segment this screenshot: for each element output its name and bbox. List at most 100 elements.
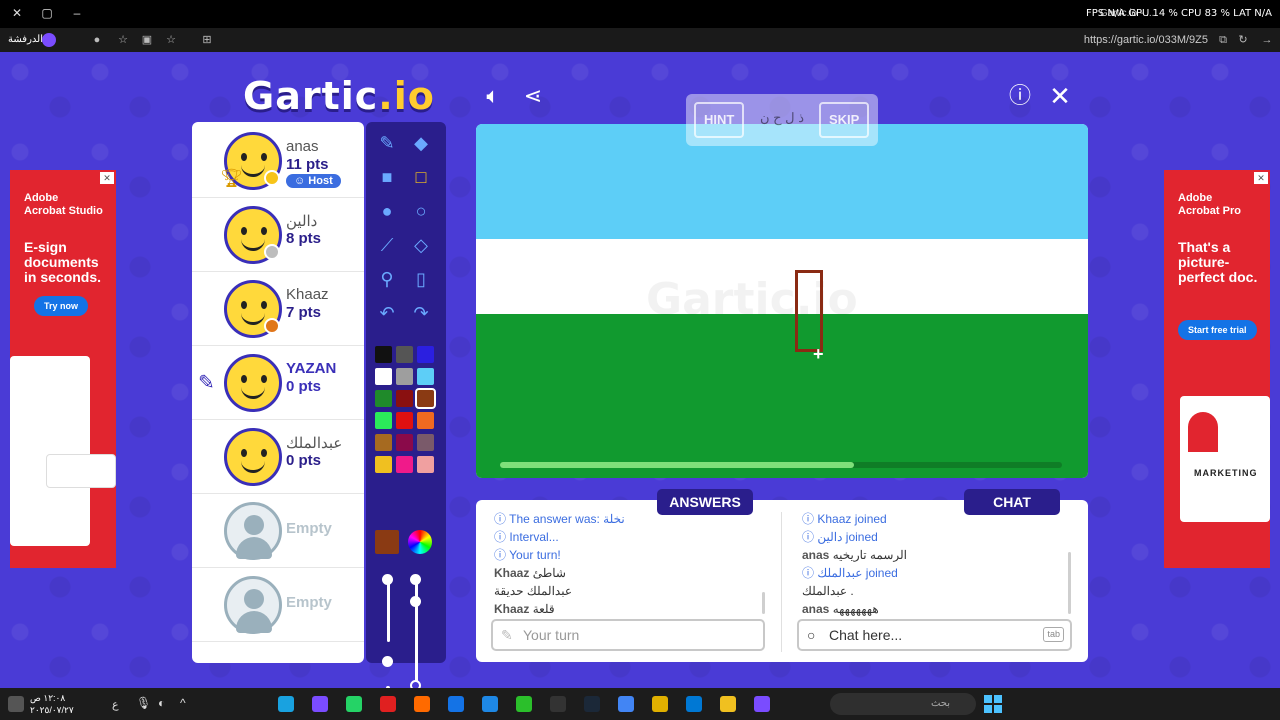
- hint-button[interactable]: HINT: [694, 102, 745, 138]
- player-row[interactable]: Empty: [192, 494, 364, 568]
- taskbar-app-icon[interactable]: [448, 696, 464, 712]
- fill-tool-icon[interactable]: ◆: [406, 128, 436, 158]
- maximize-icon[interactable]: ▢: [40, 6, 54, 20]
- player-row[interactable]: Empty: [192, 568, 364, 642]
- player-row[interactable]: 🏆︎ anas 11 pts ☺ Host: [192, 124, 364, 198]
- size-slider-knob[interactable]: [382, 656, 393, 667]
- answer-input[interactable]: ✎ Your turn: [491, 619, 765, 651]
- taskbar-app-icon[interactable]: [754, 696, 770, 712]
- back-icon[interactable]: →: [1260, 33, 1274, 47]
- info-icon[interactable]: ⓘ: [1006, 82, 1034, 110]
- url-text[interactable]: https://gartic.io/033M/9Z5: [1084, 34, 1208, 46]
- taskbar-app-icon[interactable]: [618, 696, 634, 712]
- drawing-canvas[interactable]: Gartic.io +: [476, 124, 1088, 478]
- ad-close-icon[interactable]: ✕: [1254, 172, 1268, 184]
- drawn-rectangle: [795, 270, 823, 352]
- circle-tool-icon[interactable]: ○: [406, 196, 436, 226]
- color-swatch[interactable]: [396, 456, 413, 473]
- chat-scrollbar[interactable]: [1068, 552, 1071, 614]
- opacity-slider-top-knob[interactable]: [410, 574, 421, 585]
- taskbar-app-icon[interactable]: [380, 696, 396, 712]
- profile-name[interactable]: الدرفشة: [8, 34, 43, 45]
- taskbar-app-icon[interactable]: [414, 696, 430, 712]
- chevron-up-icon[interactable]: ^: [180, 696, 196, 712]
- current-color-swatch[interactable]: [375, 530, 399, 554]
- taskbar-app-icon[interactable]: [482, 696, 498, 712]
- extension-icon[interactable]: ●: [90, 33, 104, 47]
- color-swatch[interactable]: [396, 412, 413, 429]
- skip-button[interactable]: SKIP: [819, 102, 870, 138]
- color-swatch[interactable]: [417, 434, 434, 451]
- taskbar-app-icon[interactable]: [278, 696, 294, 712]
- color-swatch[interactable]: [417, 412, 434, 429]
- taskbar-app-icon[interactable]: [516, 696, 532, 712]
- color-swatch[interactable]: [415, 388, 436, 409]
- size-slider-top-knob[interactable]: [382, 574, 393, 585]
- close-window-icon[interactable]: ✕: [10, 6, 24, 20]
- taskbar-app-icon[interactable]: [720, 696, 736, 712]
- undo-tool-icon[interactable]: ↶: [372, 298, 402, 328]
- network-icon[interactable]: ◐: [158, 696, 174, 712]
- bookmark-icon[interactable]: ☆: [116, 33, 130, 47]
- taskbar-app-icon[interactable]: [346, 696, 362, 712]
- filled-rect-tool-icon[interactable]: ■: [372, 162, 402, 192]
- reload-icon[interactable]: ↻: [1236, 33, 1250, 47]
- size-slider-track[interactable]: [387, 582, 390, 642]
- taskbar-app-icon[interactable]: [686, 696, 702, 712]
- color-swatch[interactable]: [375, 412, 392, 429]
- share-icon[interactable]: ⋖: [519, 82, 547, 110]
- gartic-logo: Gartic.io: [243, 74, 435, 118]
- profile-avatar-icon[interactable]: [42, 33, 56, 47]
- color-swatch[interactable]: [375, 390, 392, 407]
- star-icon[interactable]: ☆: [164, 33, 178, 47]
- color-swatch[interactable]: [375, 456, 392, 473]
- player-row[interactable]: Khaaz 7 pts: [192, 272, 364, 346]
- chat-input[interactable]: ○ Chat here... tab: [797, 619, 1072, 651]
- left-ad-cta-button[interactable]: Try now: [34, 296, 89, 316]
- taskbar-app-icon[interactable]: [652, 696, 668, 712]
- eraser-tool-icon[interactable]: ◇: [406, 230, 436, 260]
- right-ad-cta-button[interactable]: Start free trial: [1178, 320, 1257, 340]
- ad-close-icon[interactable]: ✕: [100, 172, 114, 184]
- color-wheel-icon[interactable]: [408, 530, 432, 554]
- mic-icon[interactable]: 🎙︎: [136, 696, 152, 712]
- color-swatch[interactable]: [396, 434, 413, 451]
- color-swatch[interactable]: [396, 368, 413, 385]
- redo-tool-icon[interactable]: ↷: [406, 298, 436, 328]
- close-icon[interactable]: ✕: [1046, 82, 1074, 110]
- color-swatch[interactable]: [417, 456, 434, 473]
- rect-tool-icon[interactable]: □: [406, 162, 436, 192]
- color-swatch[interactable]: [375, 346, 392, 363]
- opacity-slider-knob[interactable]: [410, 596, 421, 607]
- puzzle-icon[interactable]: ▣: [140, 33, 154, 47]
- taskbar-app-icon[interactable]: [584, 696, 600, 712]
- color-swatch[interactable]: [417, 368, 434, 385]
- right-ad[interactable]: ✕ Adobe Acrobat Pro That's a picture-per…: [1164, 170, 1270, 568]
- start-button[interactable]: [984, 695, 1002, 713]
- answers-scrollbar[interactable]: [762, 592, 765, 614]
- tabs-icon[interactable]: ⊞: [200, 33, 214, 47]
- player-row[interactable]: عبدالملك 0 pts: [192, 420, 364, 494]
- color-swatch[interactable]: [396, 390, 413, 407]
- taskbar-app-icon[interactable]: [550, 696, 566, 712]
- left-ad[interactable]: ✕ Adobe Acrobat Studio E-sign documents …: [10, 170, 116, 568]
- clock[interactable]: ١٢:٠٨ ص ٢٠٢٥/٠٧/٢٧: [30, 692, 74, 716]
- copy-icon[interactable]: ⧉: [1216, 33, 1230, 47]
- player-row[interactable]: ✎ YAZAN 0 pts: [192, 346, 364, 420]
- speaker-icon[interactable]: 🔈︎: [479, 82, 507, 110]
- new-page-tool-icon[interactable]: ▯: [406, 264, 436, 294]
- filled-circle-tool-icon[interactable]: ●: [372, 196, 402, 226]
- color-swatch[interactable]: [396, 346, 413, 363]
- eyedropper-tool-icon[interactable]: ⚲: [372, 264, 402, 294]
- color-swatch[interactable]: [375, 368, 392, 385]
- color-swatch[interactable]: [417, 346, 434, 363]
- pencil-tool-icon[interactable]: ✎: [372, 128, 402, 158]
- language-indicator[interactable]: ع: [112, 698, 119, 711]
- settings-icon[interactable]: [8, 696, 24, 712]
- taskbar-app-icon[interactable]: [312, 696, 328, 712]
- color-swatch[interactable]: [375, 434, 392, 451]
- taskbar-search[interactable]: بحث: [830, 693, 976, 715]
- minimize-icon[interactable]: –: [70, 6, 84, 20]
- player-row[interactable]: دالين 8 pts: [192, 198, 364, 272]
- line-tool-icon[interactable]: ⟋: [372, 230, 402, 260]
